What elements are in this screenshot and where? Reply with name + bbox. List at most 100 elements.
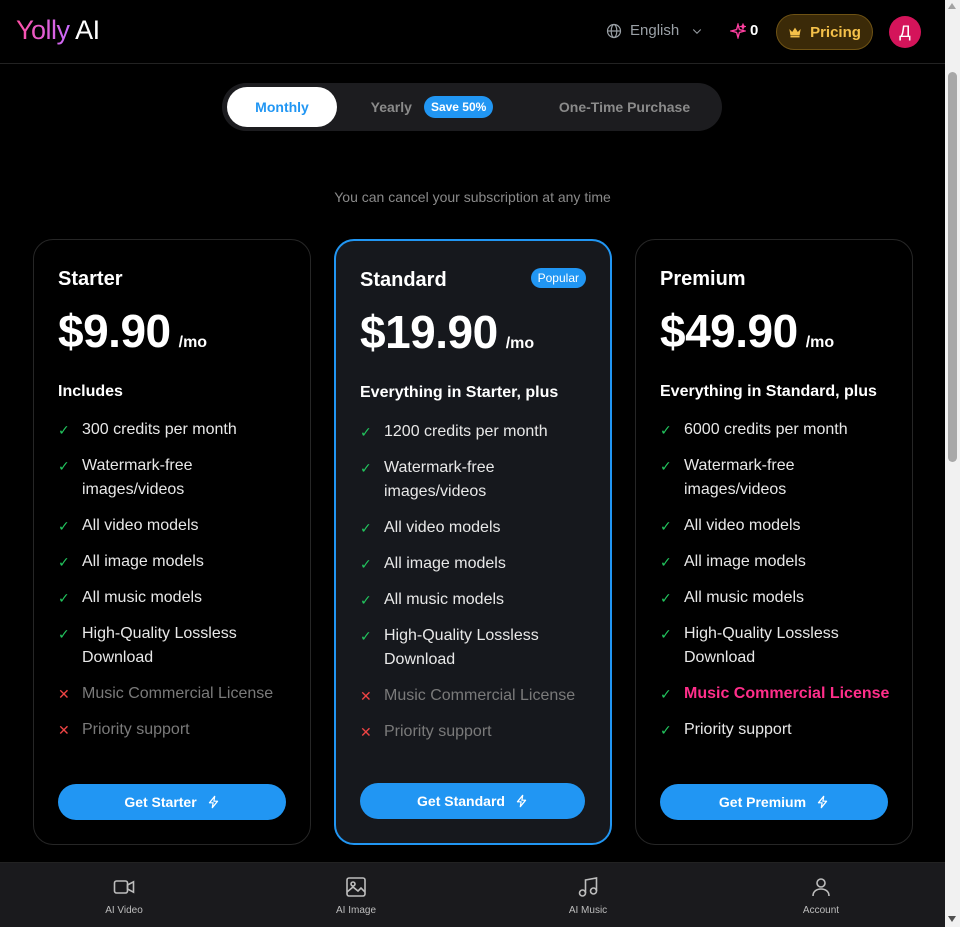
logo[interactable]: Yolly AI <box>16 15 100 46</box>
image-icon <box>346 877 366 897</box>
globe-icon <box>606 23 622 38</box>
chevron-down-icon <box>693 28 702 34</box>
feature-item: ✓ All image models <box>360 552 600 576</box>
cross-icon: ✕ <box>360 724 372 740</box>
lightning-icon <box>208 795 218 809</box>
feature-item: ✓ All music models <box>360 588 600 612</box>
cta-label: Get Premium <box>718 794 807 810</box>
nav-account[interactable]: Account <box>761 875 881 916</box>
plan-price: $19.90/mo <box>360 305 534 359</box>
feature-text: Priority support <box>384 723 492 740</box>
tab-yearly-label: Yearly <box>370 99 412 115</box>
feature-text: All image models <box>684 553 806 570</box>
cta-label: Get Starter <box>124 794 197 810</box>
sparkle-icon <box>730 22 746 39</box>
feature-item: ✓ High-Quality Lossless Download <box>360 624 600 672</box>
tab-one-time-purchase[interactable]: One-Time Purchase <box>542 87 707 127</box>
price-amount: $19.90 <box>360 306 498 358</box>
price-period: /mo <box>505 335 535 352</box>
price-period: /mo <box>178 334 208 351</box>
page-scrollbar[interactable] <box>945 0 960 927</box>
plan-price: $9.90/mo <box>58 304 207 358</box>
includes-heading: Everything in Standard, plus <box>660 383 877 400</box>
cross-icon: ✕ <box>58 722 70 738</box>
feature-text: 1200 credits per month <box>384 423 548 440</box>
check-icon: ✓ <box>58 422 70 438</box>
feature-item: ✓ High-Quality Lossless Download <box>58 622 298 670</box>
feature-text: Music Commercial License <box>384 687 576 704</box>
billing-period-tabs: Monthly Yearly Save 50% One-Time Purchas… <box>222 83 722 131</box>
pricing-label: Pricing <box>810 23 861 41</box>
feature-text: High-Quality Lossless Download <box>82 625 237 666</box>
feature-text: High-Quality Lossless Download <box>384 627 539 668</box>
top-header: Yolly AI English 0 Pricing Д <box>0 0 945 64</box>
feature-text: Priority support <box>82 721 190 738</box>
feature-item: ✓ Watermark-free images/videos <box>360 456 600 504</box>
get-premium-button[interactable]: Get Premium <box>660 784 888 820</box>
check-icon: ✓ <box>58 458 70 474</box>
get-starter-button[interactable]: Get Starter <box>58 784 286 820</box>
feature-text: All video models <box>684 517 801 534</box>
scrollbar-thumb[interactable] <box>948 72 957 462</box>
cross-icon: ✕ <box>58 686 70 702</box>
feature-text: 6000 credits per month <box>684 421 848 438</box>
feature-item: ✓ All video models <box>660 514 900 538</box>
price-period: /mo <box>805 334 835 351</box>
bottom-nav: AI Video AI Image AI Music Account <box>0 862 945 927</box>
check-icon: ✓ <box>58 590 70 606</box>
tab-yearly[interactable]: Yearly Save 50% <box>357 87 507 127</box>
feature-item: ✓ All music models <box>58 586 298 610</box>
feature-item: ✓ 6000 credits per month <box>660 418 900 442</box>
check-icon: ✓ <box>360 592 372 608</box>
scroll-down-arrow-icon[interactable] <box>948 916 956 922</box>
feature-item: ✕ Priority support <box>360 720 600 744</box>
language-selector[interactable]: English <box>606 22 703 39</box>
nav-account-label: Account <box>802 905 840 916</box>
popular-badge: Popular <box>530 268 586 288</box>
cancel-note: You can cancel your subscription at any … <box>334 189 611 205</box>
feature-text: High-Quality Lossless Download <box>684 625 839 666</box>
nav-ai-video-label: AI Video <box>105 905 143 916</box>
plan-card-premium: Premium $49.90/mo Everything in Standard, … <box>635 239 913 845</box>
music-note-icon <box>578 877 598 897</box>
feature-text: All music models <box>384 591 505 608</box>
check-icon: ✓ <box>360 424 372 440</box>
feature-list: ✓ 6000 credits per month ✓ Watermark-free i… <box>660 418 900 754</box>
price-amount: $9.90 <box>58 305 171 357</box>
lightning-icon <box>516 794 527 808</box>
plan-price: $49.90/mo <box>660 304 834 358</box>
get-standard-button[interactable]: Get Standard <box>360 783 585 819</box>
check-icon: ✓ <box>58 554 70 570</box>
feature-item: ✓ All image models <box>660 550 900 574</box>
feature-item: ✓ All image models <box>58 550 298 574</box>
feature-item: ✓ High-Quality Lossless Download <box>660 622 900 670</box>
logo-suffix: AI <box>75 15 100 45</box>
nav-ai-image[interactable]: AI Image <box>296 875 416 916</box>
credits-counter[interactable]: 0 <box>730 22 758 39</box>
feature-text: All image models <box>82 553 204 570</box>
feature-item: ✓ All video models <box>360 516 600 540</box>
check-icon: ✓ <box>660 590 672 606</box>
nav-ai-video[interactable]: AI Video <box>64 875 184 916</box>
cross-icon: ✕ <box>360 688 372 704</box>
check-icon: ✓ <box>360 520 372 536</box>
language-label: English <box>630 22 680 39</box>
pricing-button[interactable]: Pricing <box>776 14 873 50</box>
save-badge: Save 50% <box>423 96 494 118</box>
avatar[interactable]: Д <box>889 16 921 48</box>
check-icon: ✓ <box>660 422 672 438</box>
check-icon: ✓ <box>660 458 672 474</box>
feature-item: ✕ Music Commercial License <box>360 684 600 708</box>
logo-brand: Yolly <box>16 15 70 45</box>
check-icon: ✓ <box>360 460 372 476</box>
check-icon: ✓ <box>660 722 672 738</box>
plan-name: Standard <box>360 269 447 291</box>
scroll-up-arrow-icon[interactable] <box>948 3 956 9</box>
feature-list: ✓ 1200 credits per month ✓ Watermark-free i… <box>360 420 600 756</box>
tab-monthly[interactable]: Monthly <box>227 87 337 127</box>
feature-item: ✓ All video models <box>58 514 298 538</box>
plan-name: Starter <box>58 268 123 290</box>
check-icon: ✓ <box>660 686 672 702</box>
nav-ai-music[interactable]: AI Music <box>528 875 648 916</box>
includes-heading: Everything in Starter, plus <box>360 384 559 401</box>
